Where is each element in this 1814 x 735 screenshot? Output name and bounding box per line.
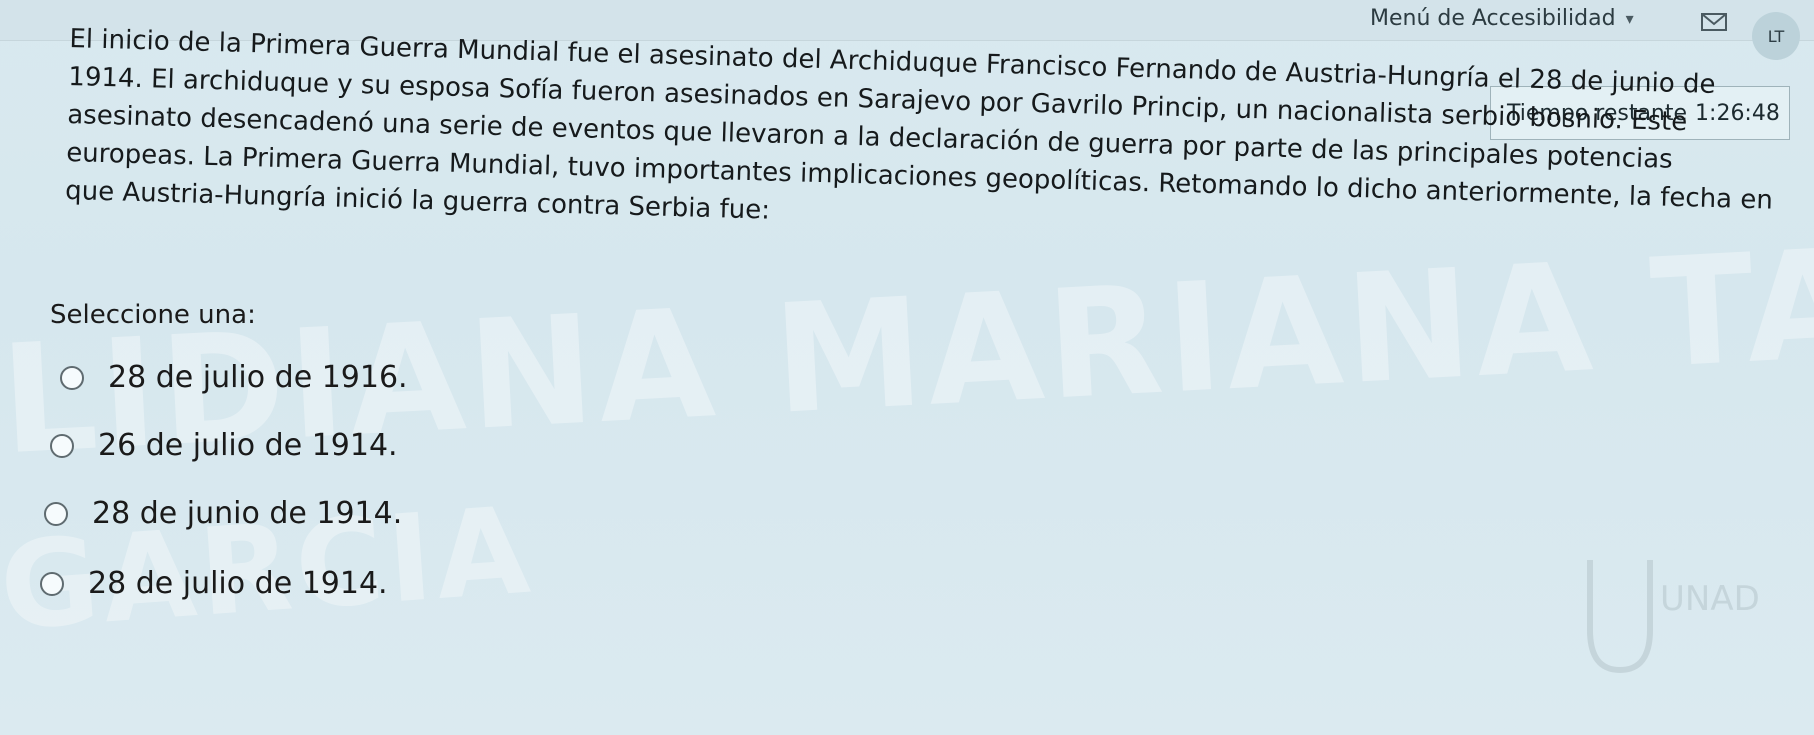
chevron-down-icon: ▾ [1625,9,1634,28]
radio-button[interactable] [50,433,74,458]
answer-option[interactable]: 28 de junio de 1914. [44,496,402,531]
message-icon[interactable] [1700,10,1730,34]
avatar[interactable]: LT [1752,12,1800,60]
answer-option[interactable]: 28 de julio de 1914. [40,566,388,601]
unad-logo: UNAD [1570,540,1780,700]
accessibility-menu-label: Menú de Accesibilidad [1370,6,1616,31]
avatar-initials: LT [1767,26,1785,46]
radio-button[interactable] [60,365,84,390]
radio-button[interactable] [44,501,68,526]
unad-logo-text: UNAD [1660,579,1760,619]
select-prompt: Seleccione una: [50,300,256,330]
answer-option-label: 28 de julio de 1914. [88,566,388,601]
answer-option-label: 26 de julio de 1914. [98,428,398,463]
radio-button[interactable] [40,571,64,596]
answer-option-label: 28 de julio de 1916. [108,360,408,395]
accessibility-menu[interactable]: Menú de Accesibilidad ▾ [1370,6,1634,31]
answer-option[interactable]: 28 de julio de 1916. [60,360,408,395]
answer-option-label: 28 de junio de 1914. [92,496,403,531]
question-text: El inicio de la Primera Guerra Mundial f… [64,23,1774,226]
answer-option[interactable]: 26 de julio de 1914. [50,428,398,463]
